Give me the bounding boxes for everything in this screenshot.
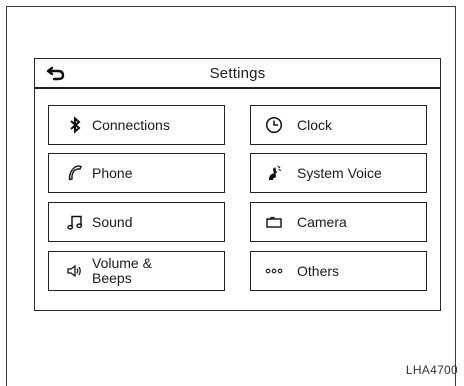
volume-beeps-label: Volume & Beeps — [92, 255, 152, 286]
settings-screen: Settings Connections Clock Phone System … — [34, 58, 441, 311]
music-note-icon — [66, 213, 84, 231]
clock-label: Clock — [297, 116, 333, 133]
clock-button[interactable]: Clock — [250, 105, 427, 145]
speaker-icon — [66, 262, 84, 280]
camera-icon — [265, 213, 283, 231]
volume-beeps-button[interactable]: Volume & Beeps — [48, 251, 225, 291]
camera-button[interactable]: Camera — [250, 202, 427, 242]
figure-code: LHA4700 — [405, 363, 458, 377]
system-voice-button[interactable]: System Voice — [250, 153, 427, 193]
voice-icon — [265, 164, 283, 182]
bluetooth-icon — [66, 116, 84, 134]
system-voice-label: System Voice — [297, 164, 382, 181]
connections-button[interactable]: Connections — [48, 105, 225, 145]
sound-label: Sound — [92, 213, 133, 230]
connections-label: Connections — [92, 116, 170, 133]
phone-button[interactable]: Phone — [48, 153, 225, 193]
others-button[interactable]: Others — [250, 251, 427, 291]
sound-button[interactable]: Sound — [48, 202, 225, 242]
page-title: Settings — [209, 65, 266, 82]
more-dots-icon — [265, 262, 283, 280]
clock-icon — [265, 116, 283, 134]
phone-label: Phone — [92, 164, 133, 181]
camera-label: Camera — [297, 213, 347, 230]
phone-icon — [66, 164, 84, 182]
others-label: Others — [297, 262, 340, 279]
header-bar: Settings — [35, 59, 440, 89]
